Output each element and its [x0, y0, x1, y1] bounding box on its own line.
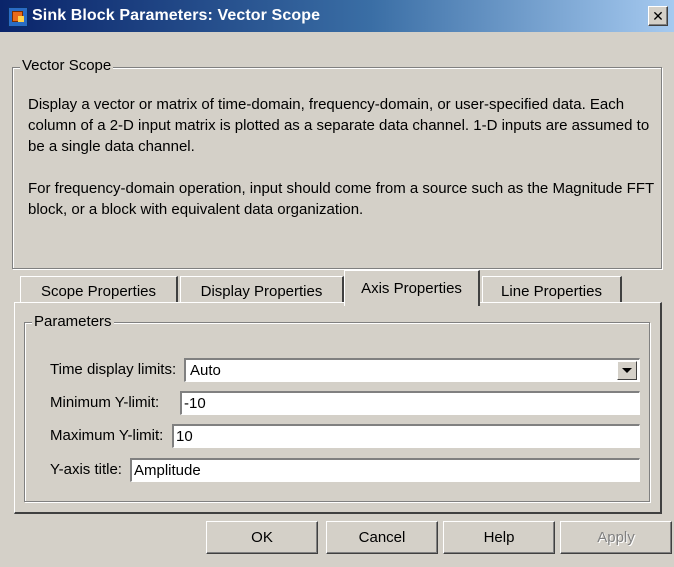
y-axis-title-label: Y-axis title:	[50, 461, 122, 478]
time-display-limits-label: Time display limits:	[50, 361, 177, 378]
tab-label: Display Properties	[200, 283, 323, 300]
tab-label: Scope Properties	[40, 283, 157, 300]
max-y-limit-label: Maximum Y-limit:	[50, 427, 164, 444]
time-display-limits-value: Auto	[190, 362, 221, 379]
cancel-button[interactable]: Cancel	[326, 521, 438, 554]
tab-label: Line Properties	[501, 283, 602, 300]
y-axis-title-field[interactable]	[130, 458, 640, 482]
description-paragraph-2: For frequency-domain operation, input sh…	[28, 180, 654, 218]
description-group-label: Vector Scope	[20, 57, 114, 74]
window-title: Sink Block Parameters: Vector Scope	[32, 7, 321, 24]
simulink-block-icon	[8, 7, 28, 27]
dropdown-button[interactable]	[617, 361, 637, 380]
title-bar[interactable]: Sink Block Parameters: Vector Scope ✕	[0, 0, 674, 32]
min-y-limit-field[interactable]	[180, 391, 640, 415]
time-display-limits-select[interactable]: Auto	[184, 358, 640, 382]
description-text: Display a vector or matrix of time-domai…	[28, 94, 658, 220]
description-paragraph-1: Display a vector or matrix of time-domai…	[28, 96, 650, 155]
ok-button[interactable]: OK	[206, 521, 318, 554]
min-y-limit-label: Minimum Y-limit:	[50, 394, 160, 411]
tab-label: Axis Properties	[361, 280, 462, 297]
apply-button[interactable]: Apply	[560, 521, 672, 554]
tab-axis-properties[interactable]: Axis Properties	[344, 270, 480, 306]
max-y-limit-field[interactable]	[172, 424, 640, 448]
help-button[interactable]: Help	[443, 521, 555, 554]
parameters-group-label: Parameters	[32, 313, 114, 330]
close-icon[interactable]: ✕	[648, 6, 668, 26]
chevron-down-icon	[622, 368, 632, 373]
